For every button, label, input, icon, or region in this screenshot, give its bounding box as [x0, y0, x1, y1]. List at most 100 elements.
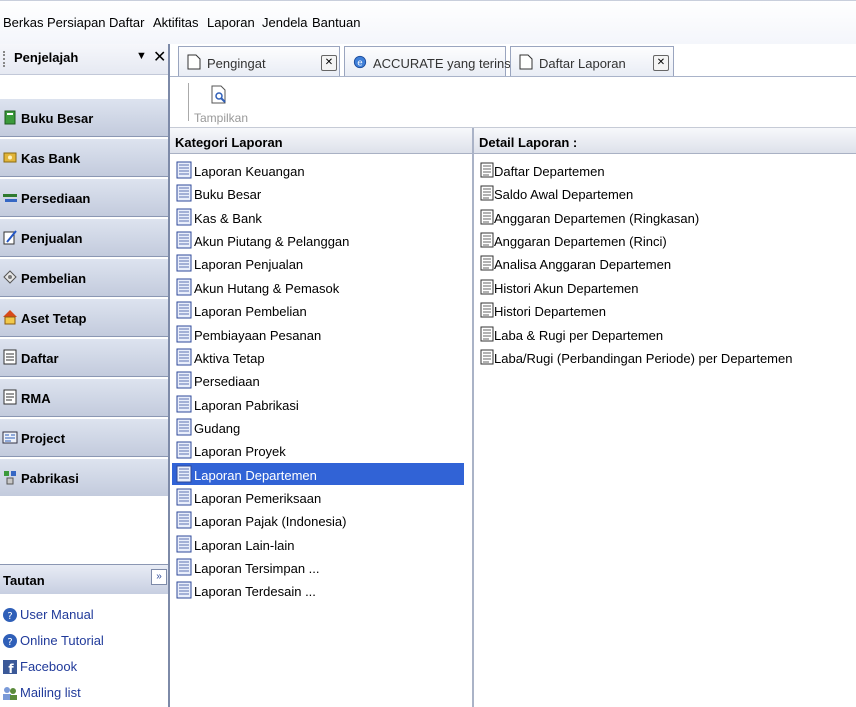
report-page-icon: [480, 209, 494, 225]
report-category-label: Laporan Keuangan: [194, 164, 305, 179]
report-detail-label: Daftar Departemen: [494, 164, 605, 179]
report-category-item[interactable]: Laporan Tersimpan ...: [172, 556, 464, 578]
report-page-icon: [480, 326, 494, 341]
report-category-item[interactable]: Kas & Bank: [172, 206, 464, 228]
report-category-item[interactable]: Akun Hutang & Pemasok: [172, 276, 464, 298]
menu-jendela[interactable]: Jendela: [262, 15, 308, 30]
report-icon: [176, 441, 192, 459]
report-detail-item[interactable]: Anggaran Departemen (Ringkasan): [478, 206, 848, 228]
report-category-item[interactable]: Akun Piutang & Pelanggan: [172, 229, 464, 251]
project-icon: [2, 431, 18, 444]
facebook-icon: f: [3, 660, 17, 675]
report-icon: [176, 488, 192, 506]
report-page-icon: [480, 279, 494, 295]
report-icon: [176, 348, 192, 366]
menu-persiapan[interactable]: Persiapan: [47, 15, 106, 30]
menu-berkas[interactable]: Berkas: [3, 15, 43, 30]
report-category-item[interactable]: Buku Besar: [172, 182, 464, 204]
tautan-title: Tautan: [3, 573, 45, 588]
report-category-label: Gudang: [194, 420, 241, 436]
report-icon: [176, 465, 192, 483]
report-category-item[interactable]: Laporan Proyek: [172, 439, 464, 461]
users-icon: [3, 687, 17, 700]
toolbar: Tampilkan: [170, 77, 856, 128]
report-category-item[interactable]: Laporan Pajak (Indonesia): [172, 509, 464, 531]
report-icon: [176, 325, 192, 342]
report-category-label: Laporan Tersimpan ...: [194, 561, 320, 576]
tab-pengingat[interactable]: Pengingat ✕: [178, 46, 340, 76]
nav-label: Persediaan: [21, 191, 91, 206]
report-category-label: Laporan Lain-lain: [194, 537, 295, 553]
report-category-item[interactable]: Laporan Departemen: [172, 462, 464, 485]
report-category-item[interactable]: Laporan Keuangan: [172, 159, 464, 181]
report-category-item[interactable]: Laporan Penjualan: [172, 252, 464, 274]
menu-bantuan[interactable]: Bantuan: [312, 15, 360, 30]
tautan-header: Tautan »: [0, 564, 168, 594]
report-category-item[interactable]: Laporan Pemeriksaan: [172, 486, 464, 508]
report-icon: [176, 301, 192, 319]
house-icon: [3, 310, 17, 325]
nav-label: Pabrikasi: [21, 471, 79, 486]
purchase-icon: [3, 270, 17, 284]
nav-label: Buku Besar: [21, 111, 94, 126]
nav-rma[interactable]: RMA: [0, 378, 168, 417]
menu-daftar[interactable]: Daftar: [109, 15, 144, 30]
report-detail-item[interactable]: Daftar Departemen: [478, 159, 848, 181]
report-detail-label: Anggaran Departemen (Rinci): [494, 234, 667, 250]
report-detail-item[interactable]: Histori Departemen: [478, 299, 848, 321]
report-category-item[interactable]: Aktiva Tetap: [172, 346, 464, 368]
close-icon[interactable]: ✕: [321, 55, 337, 71]
nav-label: Project: [21, 431, 66, 446]
nav-pembelian[interactable]: Pembelian: [0, 258, 168, 297]
report-page-icon: [480, 255, 494, 271]
show-button[interactable]: Tampilkan: [194, 81, 248, 125]
close-icon[interactable]: ✕: [653, 55, 669, 71]
chevron-down-icon[interactable]: ▼: [136, 50, 147, 62]
report-category-item[interactable]: Persediaan: [172, 369, 464, 391]
report-detail-label: Anggaran Departemen (Ringkasan): [494, 210, 700, 226]
nav-aset-tetap[interactable]: Aset Tetap: [0, 298, 168, 337]
report-category-item[interactable]: Laporan Pembelian: [172, 299, 464, 321]
ledger-icon: [4, 110, 16, 125]
nav-label: Penjualan: [21, 231, 83, 246]
report-page-icon: [480, 349, 494, 365]
report-icon: [176, 511, 192, 529]
report-category-label: Laporan Pabrikasi: [194, 397, 299, 413]
menu-laporan[interactable]: Laporan: [207, 15, 255, 30]
menu-bar: Berkas Persiapan Daftar Aktifitas Lapora…: [0, 0, 856, 44]
report-detail-item[interactable]: Histori Akun Departemen: [478, 276, 848, 298]
report-category-item[interactable]: Laporan Terdesain ...: [172, 579, 464, 601]
report-detail-panel: Detail Laporan : Daftar Departemen Saldo …: [474, 128, 856, 707]
tab-accurate[interactable]: e ACCURATE yang terinsta...: [344, 46, 532, 76]
nav-project[interactable]: Project: [0, 418, 168, 457]
browser-icon: e: [353, 55, 367, 69]
nav-label: Daftar: [21, 351, 59, 366]
close-icon[interactable]: ✕: [153, 47, 166, 67]
report-detail-item[interactable]: Analisa Anggaran Departemen: [478, 252, 848, 274]
help-icon: ?: [3, 608, 17, 622]
document-icon: [519, 54, 533, 70]
report-category-item[interactable]: Pembiayaan Pesanan: [172, 323, 464, 345]
report-detail-item[interactable]: Laba & Rugi per Departemen: [478, 323, 848, 345]
nav-penjualan[interactable]: Penjualan: [0, 218, 168, 257]
nav-buku-besar[interactable]: Buku Besar: [0, 98, 168, 137]
report-detail-label: Laba/Rugi (Perbandingan Periode) per Dep…: [494, 350, 793, 366]
report-detail-item[interactable]: Anggaran Departemen (Rinci): [478, 229, 848, 251]
collapse-icon[interactable]: »: [151, 569, 167, 585]
report-detail-item[interactable]: Saldo Awal Departemen: [478, 182, 848, 204]
tab-daftar-laporan[interactable]: Daftar Laporan ✕: [510, 46, 674, 76]
rma-icon: [3, 389, 17, 405]
nav-kas-bank[interactable]: Kas Bank: [0, 138, 168, 177]
report-category-panel: Kategori Laporan Laporan Keuangan Buku Be…: [170, 128, 474, 707]
report-detail-header: Detail Laporan :: [474, 128, 856, 154]
nav-pabrikasi[interactable]: Pabrikasi: [0, 458, 168, 497]
report-category-item[interactable]: Laporan Lain-lain: [172, 533, 464, 555]
nav-daftar[interactable]: Daftar: [0, 338, 168, 377]
report-category-item[interactable]: Laporan Pabrikasi: [172, 393, 464, 415]
report-detail-item[interactable]: Laba/Rugi (Perbandingan Periode) per Dep…: [478, 346, 848, 368]
report-category-label: Laporan Pajak (Indonesia): [194, 514, 347, 530]
grip-handle[interactable]: [3, 51, 7, 67]
menu-aktifitas[interactable]: Aktifitas: [153, 15, 199, 30]
report-category-item[interactable]: Gudang: [172, 416, 464, 438]
nav-persediaan[interactable]: Persediaan: [0, 178, 168, 217]
